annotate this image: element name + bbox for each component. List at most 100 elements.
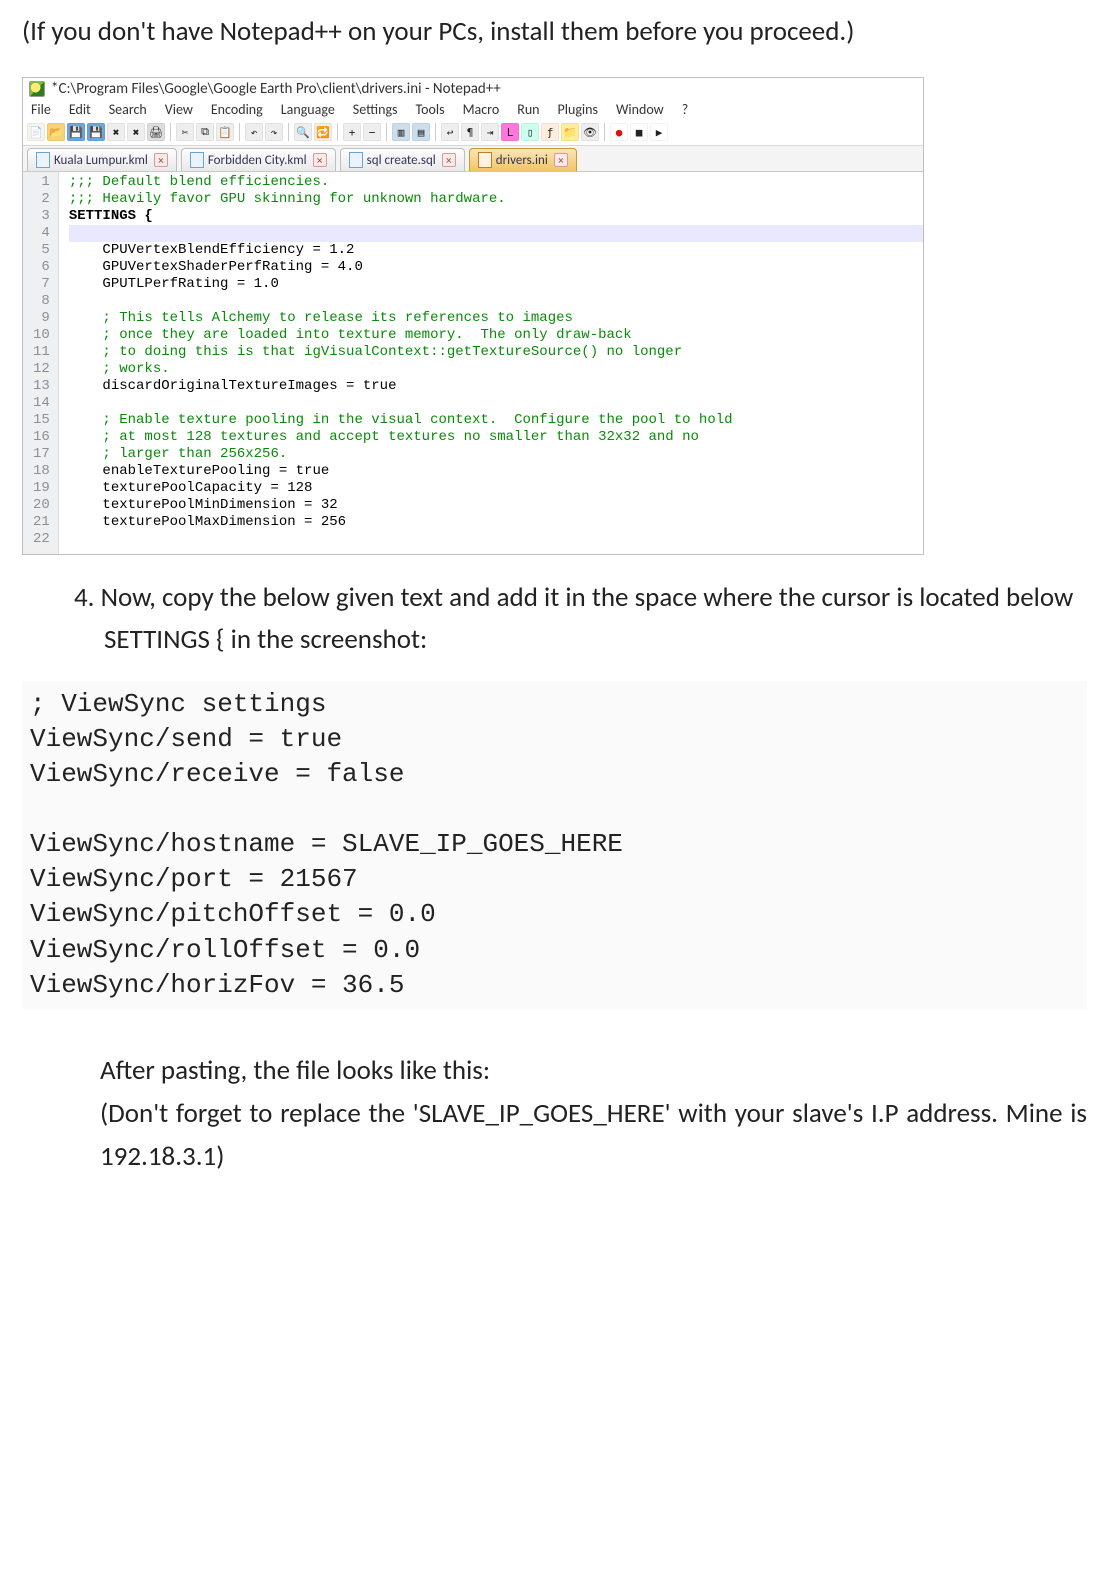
notepadpp-app-icon xyxy=(29,81,45,97)
tab-forbidden-city-kml[interactable]: Forbidden City.kml × xyxy=(181,148,336,171)
cut-icon[interactable]: ✂ xyxy=(176,123,194,141)
toolbar-separator xyxy=(435,123,436,141)
zoom-in-icon[interactable]: + xyxy=(343,123,361,141)
code-line xyxy=(69,225,923,242)
code-line: texturePoolMaxDimension = 256 xyxy=(69,514,923,531)
menu-view[interactable]: View xyxy=(165,101,193,118)
sync-h-icon[interactable]: ▤ xyxy=(412,123,430,141)
line-number: 14 xyxy=(33,395,50,412)
close-icon[interactable]: × xyxy=(442,153,456,167)
menu-run[interactable]: Run xyxy=(517,101,539,118)
menu-language[interactable]: Language xyxy=(281,101,335,118)
line-number: 8 xyxy=(33,293,50,310)
close-icon[interactable]: × xyxy=(313,153,327,167)
menu-encoding[interactable]: Encoding xyxy=(211,101,263,118)
sync-v-icon[interactable]: ▥ xyxy=(392,123,410,141)
toolbar-separator xyxy=(386,123,387,141)
func-list-icon[interactable]: ƒ xyxy=(541,123,559,141)
file-icon xyxy=(478,152,492,168)
paste-icon[interactable]: 📋 xyxy=(216,123,234,141)
tab-label: Forbidden City.kml xyxy=(208,153,307,168)
tab-sql-create-sql[interactable]: sql create.sql × xyxy=(340,148,465,171)
menu-window[interactable]: Window xyxy=(616,101,664,118)
file-icon xyxy=(190,152,204,168)
line-number: 13 xyxy=(33,378,50,395)
tab-drivers-ini[interactable]: drivers.ini × xyxy=(469,148,577,171)
zoom-out-icon[interactable]: − xyxy=(363,123,381,141)
notepadpp-screenshot: *C:\Program Files\Google\Google Earth Pr… xyxy=(22,77,924,555)
open-icon[interactable]: 📂 xyxy=(47,123,65,141)
after-pasting-text: After pasting, the file looks like this: xyxy=(100,1049,1087,1092)
code-content: ;;; Default blend efficiencies.;;; Heavi… xyxy=(59,172,923,554)
file-icon xyxy=(349,152,363,168)
line-number: 20 xyxy=(33,497,50,514)
code-line: texturePoolCapacity = 128 xyxy=(69,480,923,497)
code-line: ; at most 128 textures and accept textur… xyxy=(69,429,923,446)
close-all-icon[interactable]: ✖ xyxy=(127,123,145,141)
toolbar-separator xyxy=(170,123,171,141)
menu-search[interactable]: Search xyxy=(109,101,147,118)
lang-icon[interactable]: L xyxy=(501,123,519,141)
copy-icon[interactable]: ⧉ xyxy=(196,123,214,141)
line-number: 21 xyxy=(33,514,50,531)
code-line: SETTINGS { xyxy=(69,208,923,225)
redo-icon[interactable]: ↷ xyxy=(265,123,283,141)
step-4-text: 4. Now, copy the below given text and ad… xyxy=(74,577,1087,661)
file-icon xyxy=(36,152,50,168)
stop-icon[interactable]: ■ xyxy=(630,123,648,141)
line-number: 11 xyxy=(33,344,50,361)
viewsync-code-block: ; ViewSync settings ViewSync/send = true… xyxy=(22,681,1087,1009)
print-icon[interactable]: 🖨 xyxy=(147,123,165,141)
close-icon[interactable]: ✖ xyxy=(107,123,125,141)
line-number: 18 xyxy=(33,463,50,480)
line-number: 4 xyxy=(33,225,50,242)
intro-text: (If you don't have Notepad++ on your PCs… xyxy=(22,10,1087,53)
doc-map-icon[interactable]: ▯ xyxy=(521,123,539,141)
code-line: ;;; Default blend efficiencies. xyxy=(69,174,923,191)
line-number: 9 xyxy=(33,310,50,327)
menu-tools[interactable]: Tools xyxy=(416,101,445,118)
code-line xyxy=(69,531,923,548)
tab-label: drivers.ini xyxy=(496,153,548,168)
folder-icon[interactable]: 📁 xyxy=(561,123,579,141)
wordwrap-icon[interactable]: ↩ xyxy=(441,123,459,141)
menu-[interactable]: ? xyxy=(682,101,689,118)
code-line: ; works. xyxy=(69,361,923,378)
editor-area: 12345678910111213141516171819202122 ;;; … xyxy=(23,172,923,554)
undo-icon[interactable]: ↶ xyxy=(245,123,263,141)
new-icon[interactable]: 📄 xyxy=(27,123,45,141)
save-icon[interactable]: 💾 xyxy=(67,123,85,141)
code-line: ; This tells Alchemy to release its refe… xyxy=(69,310,923,327)
toolbar: 📄📂💾💾✖✖🖨✂⧉📋↶↷🔍🔁+−▥▤↩¶⇥L▯ƒ📁👁●■▶ xyxy=(23,121,923,146)
indent-guide-icon[interactable]: ⇥ xyxy=(481,123,499,141)
code-line xyxy=(69,293,923,310)
line-number: 2 xyxy=(33,191,50,208)
line-number: 17 xyxy=(33,446,50,463)
line-number: 1 xyxy=(33,174,50,191)
find-icon[interactable]: 🔍 xyxy=(294,123,312,141)
monitor-icon[interactable]: 👁 xyxy=(581,123,599,141)
replace-icon[interactable]: 🔁 xyxy=(314,123,332,141)
code-line: enableTexturePooling = true xyxy=(69,463,923,480)
tab-kuala-lumpur-kml[interactable]: Kuala Lumpur.kml× xyxy=(27,148,177,171)
line-number: 22 xyxy=(33,531,50,548)
show-all-icon[interactable]: ¶ xyxy=(461,123,479,141)
menu-plugins[interactable]: Plugins xyxy=(558,101,598,118)
line-number: 10 xyxy=(33,327,50,344)
menu-settings[interactable]: Settings xyxy=(353,101,398,118)
tab-label: sql create.sql xyxy=(367,153,436,168)
menu-file[interactable]: File xyxy=(31,101,51,118)
code-line: ; once they are loaded into texture memo… xyxy=(69,327,923,344)
line-number: 3 xyxy=(33,208,50,225)
close-icon[interactable]: × xyxy=(554,153,568,167)
code-line: CPUVertexBlendEfficiency = 1.2 xyxy=(69,242,923,259)
line-number: 16 xyxy=(33,429,50,446)
play-icon[interactable]: ▶ xyxy=(650,123,668,141)
close-icon[interactable]: × xyxy=(154,153,168,167)
save-all-icon[interactable]: 💾 xyxy=(87,123,105,141)
record-icon[interactable]: ● xyxy=(610,123,628,141)
toolbar-separator xyxy=(288,123,289,141)
menu-bar: File Edit Search View Encoding Language Settin… xyxy=(23,100,923,121)
menu-macro[interactable]: Macro xyxy=(463,101,500,118)
menu-edit[interactable]: Edit xyxy=(69,101,91,118)
